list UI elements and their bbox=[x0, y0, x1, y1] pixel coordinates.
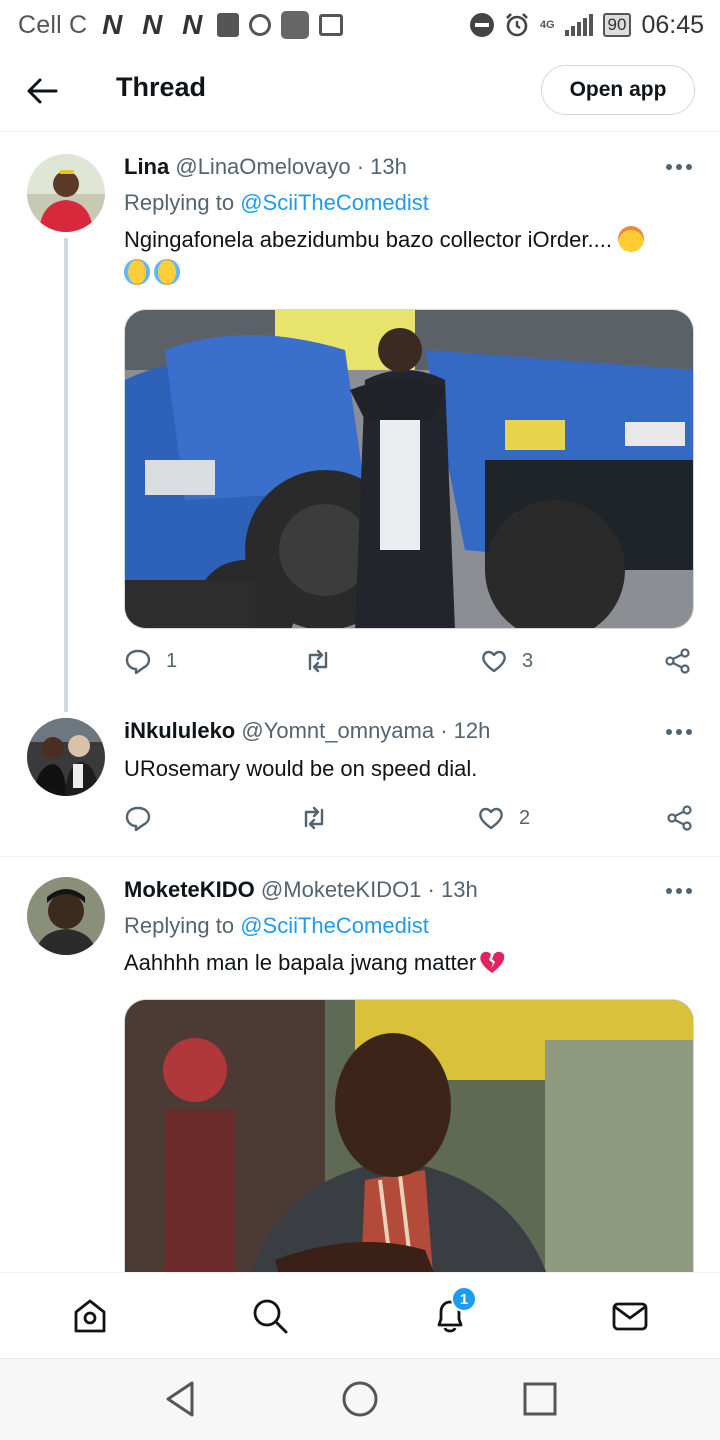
more-options-icon[interactable] bbox=[666, 888, 692, 896]
thread-connector bbox=[64, 238, 68, 712]
tweet-time: · 13h bbox=[356, 154, 407, 179]
tweet[interactable]: Lina @LinaOmelovayo · 13h Replying to @S… bbox=[0, 132, 720, 712]
like-button[interactable]: 2 bbox=[477, 804, 530, 832]
reply-button[interactable]: 1 bbox=[124, 647, 177, 675]
status-bar: Cell C N N N 4G 90 06:45 bbox=[0, 0, 720, 50]
reply-icon bbox=[125, 649, 151, 675]
share-icon bbox=[665, 648, 690, 674]
replying-to: Replying to @SciiTheComedist bbox=[124, 190, 429, 216]
tweet-body: Aahhhh man le bapala jwang matter bbox=[124, 950, 477, 975]
tweet-actions: 2 bbox=[124, 804, 694, 838]
crying-face-emoji bbox=[124, 259, 150, 285]
recents-icon[interactable] bbox=[520, 1379, 560, 1419]
tweet-text: Ngingafonela abezidumbu bazo collector i… bbox=[124, 223, 694, 289]
alarm-icon bbox=[505, 13, 528, 37]
clock: 06:45 bbox=[641, 10, 704, 39]
messages-icon[interactable] bbox=[611, 1297, 649, 1335]
thread-header: Thread Open app bbox=[0, 50, 720, 132]
app-notification-icon bbox=[281, 11, 310, 39]
replying-to: Replying to @SciiTheComedist bbox=[124, 913, 429, 939]
image-notification-icon bbox=[319, 14, 344, 36]
tweet-text: Aahhhh man le bapala jwang matter bbox=[124, 946, 694, 979]
reply-icon bbox=[125, 806, 151, 832]
reply-count: 1 bbox=[166, 649, 178, 672]
share-icon bbox=[667, 805, 692, 831]
mention-link[interactable]: @SciiTheComedist bbox=[240, 190, 429, 215]
retweet-button[interactable] bbox=[300, 804, 342, 832]
replying-to-label: Replying to bbox=[124, 190, 235, 215]
network-type-label: 4G bbox=[539, 18, 555, 31]
home-icon[interactable] bbox=[71, 1297, 109, 1335]
author-handle[interactable]: @LinaOmelovayo bbox=[175, 154, 350, 179]
more-options-icon[interactable] bbox=[666, 729, 692, 737]
do-not-disturb-icon bbox=[469, 13, 494, 37]
tweet-header: MoketeKIDO @MoketeKIDO1 · 13h bbox=[124, 877, 478, 903]
tweet[interactable]: iNkululeko @Yomnt_omnyama · 12h URosemar… bbox=[0, 712, 720, 856]
mention-link[interactable]: @SciiTheComedist bbox=[240, 913, 429, 938]
share-button[interactable] bbox=[666, 804, 694, 832]
crying-face-emoji bbox=[154, 259, 180, 285]
home-circle-icon[interactable] bbox=[340, 1379, 380, 1419]
like-count: 2 bbox=[519, 806, 531, 829]
avatar[interactable] bbox=[27, 154, 105, 232]
sd-card-icon bbox=[217, 13, 240, 37]
open-app-button[interactable]: Open app bbox=[541, 65, 695, 115]
author-name[interactable]: iNkululeko bbox=[124, 718, 235, 743]
tweet[interactable]: MoketeKIDO @MoketeKIDO1 · 13h Replying t… bbox=[0, 857, 720, 1272]
system-navigation bbox=[0, 1358, 720, 1440]
share-button[interactable] bbox=[664, 647, 692, 675]
like-button[interactable]: 3 bbox=[480, 647, 533, 675]
avatar[interactable] bbox=[27, 718, 105, 796]
tweet-image[interactable] bbox=[124, 999, 694, 1272]
exploding-head-emoji bbox=[618, 226, 645, 252]
hotspot-icon bbox=[249, 14, 272, 36]
page-title: Thread bbox=[116, 72, 207, 102]
author-name[interactable]: MoketeKIDO bbox=[124, 877, 255, 902]
tweet-header: iNkululeko @Yomnt_omnyama · 12h bbox=[124, 718, 490, 744]
notification-badge: 1 bbox=[451, 1286, 477, 1312]
reply-button[interactable] bbox=[124, 804, 166, 832]
author-handle[interactable]: @MoketeKIDO1 bbox=[261, 877, 422, 902]
author-name[interactable]: Lina bbox=[124, 154, 169, 179]
network-notification-icon: N bbox=[142, 9, 163, 40]
replying-to-label: Replying to bbox=[124, 913, 235, 938]
heart-icon bbox=[482, 650, 506, 673]
avatar[interactable] bbox=[27, 877, 105, 955]
tweet-actions: 1 3 bbox=[124, 647, 694, 681]
back-arrow-icon[interactable] bbox=[26, 76, 58, 106]
tweet-header: Lina @LinaOmelovayo · 13h bbox=[124, 154, 407, 180]
retweet-icon bbox=[308, 649, 328, 673]
tweet-image[interactable] bbox=[124, 309, 694, 629]
search-icon[interactable] bbox=[251, 1297, 289, 1335]
like-count: 3 bbox=[522, 649, 534, 672]
retweet-icon bbox=[304, 806, 324, 830]
network-notification-icon: N bbox=[182, 9, 203, 40]
network-notification-icon: N bbox=[102, 9, 123, 40]
broken-heart-emoji bbox=[480, 951, 505, 973]
heart-icon bbox=[479, 807, 503, 830]
back-icon[interactable] bbox=[160, 1379, 200, 1419]
tweet-body: URosemary would be on speed dial. bbox=[124, 756, 478, 781]
carrier-label: Cell C bbox=[18, 10, 88, 39]
bottom-navigation bbox=[0, 1272, 720, 1358]
tweet-time: · 13h bbox=[427, 877, 478, 902]
tweet-body: Ngingafonela abezidumbu bazo collector i… bbox=[124, 227, 612, 252]
more-options-icon[interactable] bbox=[666, 164, 692, 172]
signal-icon bbox=[564, 14, 593, 36]
author-handle[interactable]: @Yomnt_omnyama bbox=[241, 718, 434, 743]
tweet-time: · 12h bbox=[440, 718, 491, 743]
battery-level: 90 bbox=[602, 13, 632, 37]
tweet-text: URosemary would be on speed dial. bbox=[124, 752, 694, 785]
retweet-button[interactable] bbox=[304, 647, 346, 675]
